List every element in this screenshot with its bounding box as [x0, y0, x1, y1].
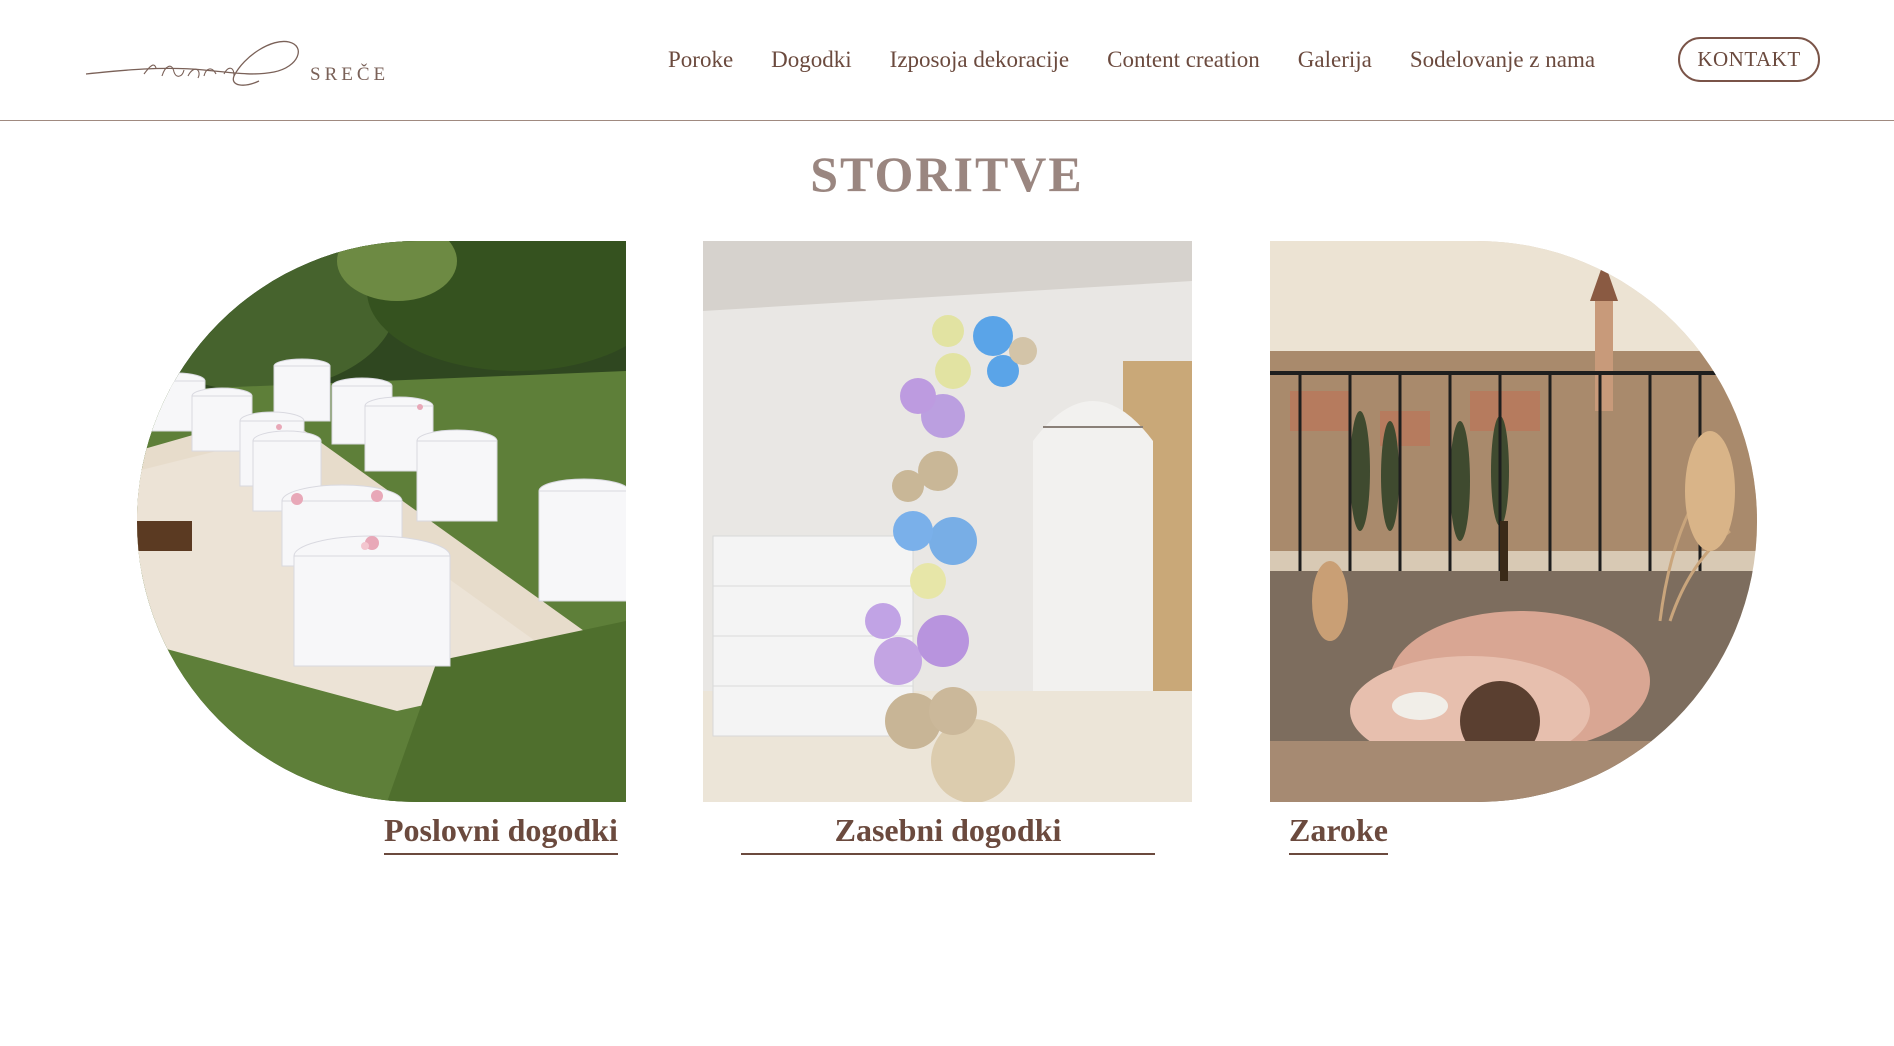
logo-script-icon: [85, 40, 299, 86]
nav-item-galerija[interactable]: Galerija: [1298, 47, 1372, 73]
main-nav: Poroke Dogodki Izposoja dekoracije Conte…: [668, 40, 1633, 80]
card-image-zasebni-dogodki[interactable]: [703, 241, 1192, 802]
site-header: SREČE Poroke Dogodki Izposoja dekoracije…: [0, 0, 1894, 121]
kontakt-button[interactable]: KONTAKT: [1678, 37, 1820, 82]
brand-logo[interactable]: SREČE: [84, 26, 404, 96]
card-link-poslovni-dogodki[interactable]: Poslovni dogodki: [384, 812, 618, 855]
card-link-zasebni-dogodki[interactable]: Zasebni dogodki: [741, 812, 1155, 855]
section-title: STORITVE: [810, 146, 1084, 202]
card-link-zaroke[interactable]: Zaroke: [1289, 812, 1388, 855]
nav-item-sodelovanje-z-nama[interactable]: Sodelovanje z nama: [1410, 47, 1595, 73]
engagement-picnic-image: [1270, 241, 1757, 802]
nav-item-content-creation[interactable]: Content creation: [1107, 47, 1260, 73]
card-image-zaroke[interactable]: [1270, 241, 1757, 802]
balloon-arch-image: [703, 241, 1192, 802]
garden-tables-image: [137, 241, 626, 802]
nav-item-dogodki[interactable]: Dogodki: [771, 47, 852, 73]
nav-item-poroke[interactable]: Poroke: [668, 47, 733, 73]
card-image-poslovni-dogodki[interactable]: [137, 241, 626, 802]
nav-item-izposoja-dekoracije[interactable]: Izposoja dekoracije: [890, 47, 1069, 73]
logo-word: SREČE: [310, 64, 390, 85]
